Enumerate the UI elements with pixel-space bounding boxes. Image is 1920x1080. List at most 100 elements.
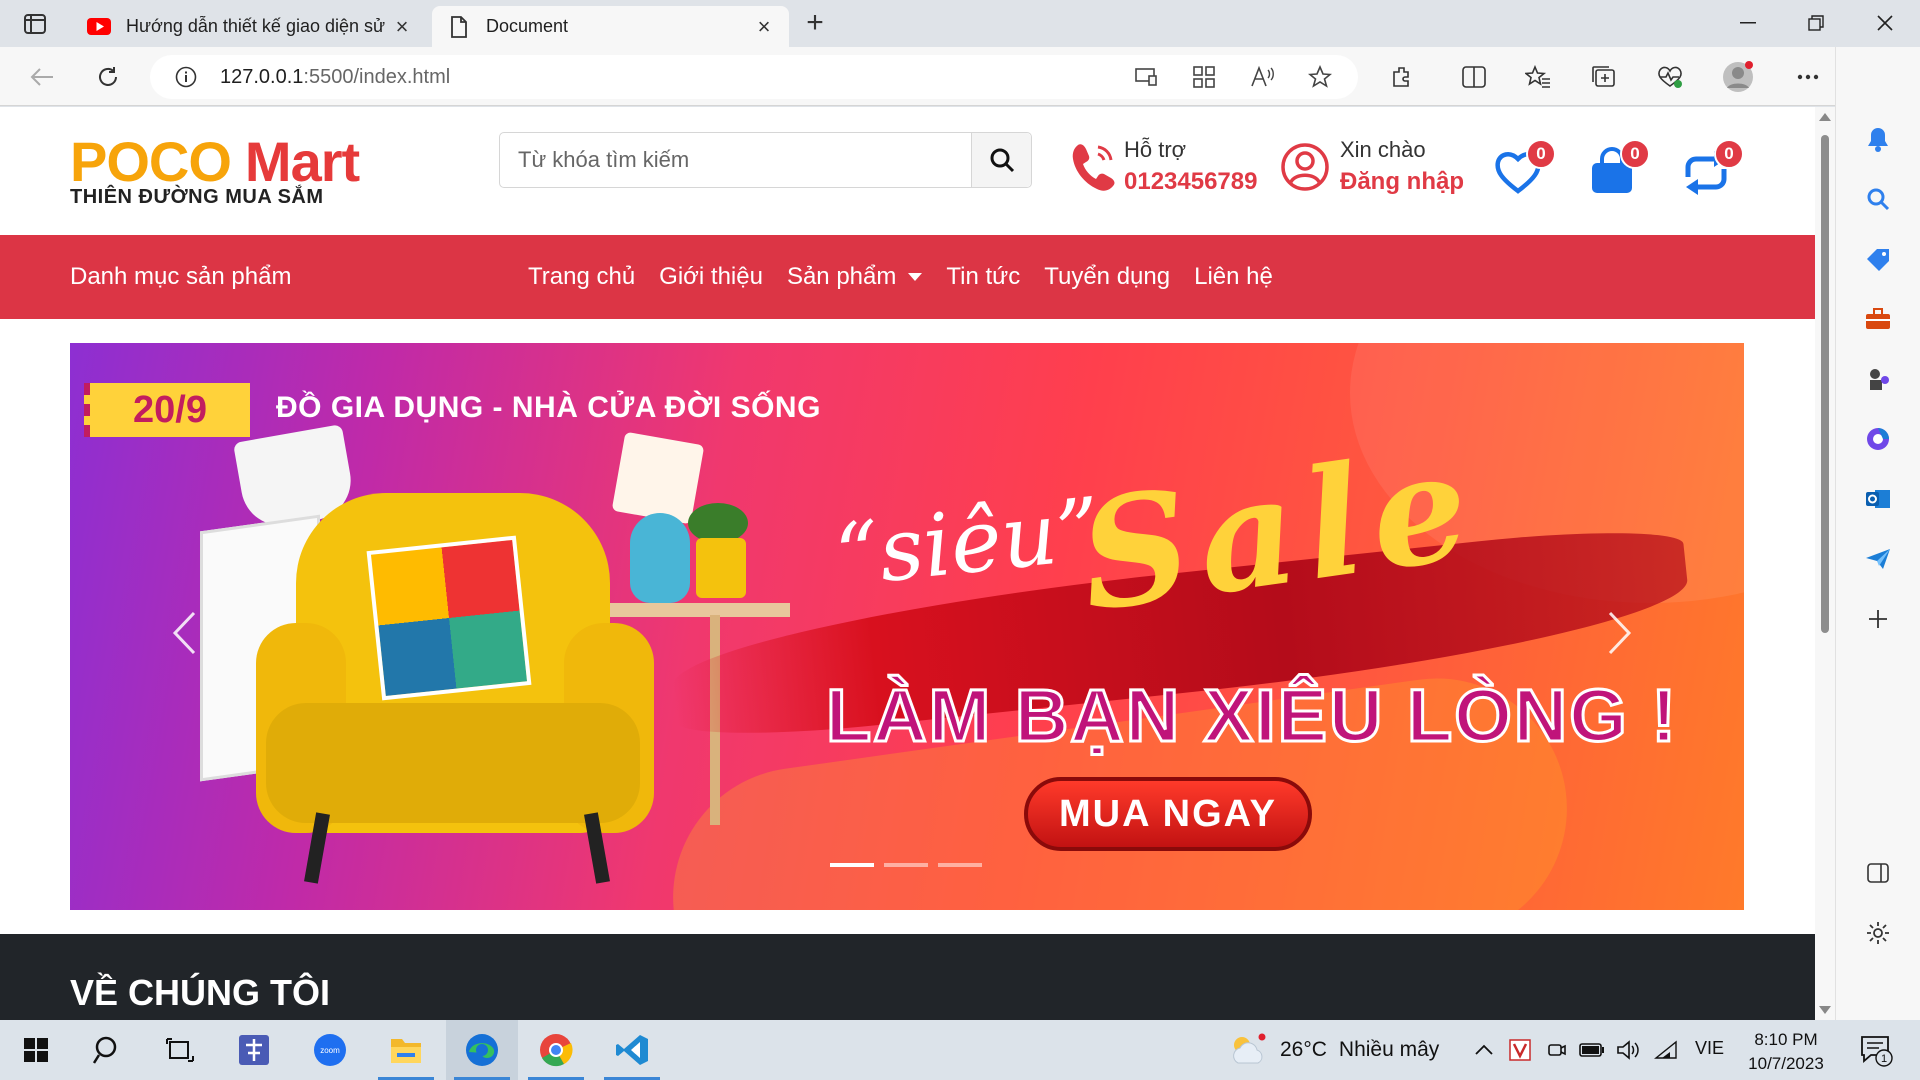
carousel-prev-icon[interactable] [154,603,214,663]
cart-count-badge: 0 [1620,139,1650,169]
compare-button[interactable]: 0 [1680,139,1744,203]
nav-careers[interactable]: Tuyển dụng [1044,263,1170,291]
weather-temp: 26°C [1280,1038,1327,1061]
tab-close-icon[interactable]: × [391,14,413,40]
collections-icon[interactable] [1586,59,1622,95]
tray-app-icon[interactable] [1506,1038,1534,1062]
banner-slogan: LÀM BẠN XIÊU LÒNG ! [825,673,1678,759]
new-tab-button[interactable]: + [798,8,832,40]
hero-carousel[interactable]: 20/9 ĐỒ GIA DỤNG - NHÀ CỬA ĐỜI SỐNG “siê… [70,343,1744,910]
bell-icon[interactable] [1860,121,1896,157]
search-sidebar-icon[interactable] [1860,181,1896,217]
tab-close-icon[interactable]: × [753,14,775,40]
task-view-icon[interactable] [144,1020,216,1080]
carousel-next-icon[interactable] [1590,603,1650,663]
settings-more-icon[interactable] [1790,59,1826,95]
buy-now-button[interactable]: MUA NGAY [1024,777,1312,851]
back-icon[interactable] [24,59,60,95]
notification-center-icon[interactable]: 1 [1858,1032,1894,1068]
file-explorer-icon[interactable] [370,1020,442,1080]
search-icon [990,148,1014,173]
weather-widget[interactable]: 26°C Nhiều mây [1228,1020,1439,1080]
refresh-icon[interactable] [90,59,126,95]
vscode-icon[interactable] [596,1020,668,1080]
nav-contact[interactable]: Liên hệ [1194,263,1273,291]
partly-cloudy-icon [1233,1033,1266,1064]
favorites-icon[interactable] [1520,59,1556,95]
scroll-down-icon[interactable] [1819,1006,1831,1014]
extensions-icon[interactable] [1384,59,1420,95]
wishlist-button[interactable]: 0 [1492,139,1556,203]
site-logo[interactable]: POCO Mart THIÊN ĐƯỜNG MUA SẮM [70,129,360,209]
app-icon[interactable] [218,1020,290,1080]
browser-toolbar: 127.0.0.1:5500/index.html [0,47,1920,106]
table-lamp-image [611,431,705,525]
site-header: POCOMart THIÊN ĐƯỜNG MUA SẮM Hỗ trợ 0123… [0,107,1815,235]
chevron-up-icon[interactable] [1470,1038,1498,1062]
url-text: 127.0.0.1:5500/index.html [220,65,451,88]
carousel-indicator[interactable] [830,863,874,867]
edge-taskbar-icon[interactable] [446,1020,518,1080]
sidebar-settings-icon[interactable] [1860,915,1896,951]
support-block[interactable]: Hỗ trợ 0123456789 [1068,135,1257,199]
hide-sidebar-icon[interactable] [1860,855,1896,891]
support-label: Hỗ trợ [1124,137,1187,162]
split-screen-icon[interactable] [1456,59,1492,95]
windows-start-icon[interactable] [0,1020,72,1080]
outlook-icon[interactable] [1860,481,1896,517]
battery-icon[interactable] [1578,1038,1606,1062]
scroll-up-icon[interactable] [1819,113,1831,121]
cast-icon[interactable] [1128,59,1164,95]
tab-bar: Hướng dẫn thiết kế giao diện sử × Docume… [0,0,1920,47]
read-aloud-icon[interactable] [1244,59,1280,95]
minimize-icon[interactable] [1718,6,1778,40]
windows-taskbar: zoom 26°C Nhiều mây VIE 8:10 PM 10/7/202… [0,1020,1920,1080]
send-icon[interactable] [1860,541,1896,577]
search-input[interactable] [500,133,971,187]
nav-products[interactable]: Sản phẩm [787,263,923,291]
chrome-icon[interactable] [520,1020,592,1080]
page-scrollbar[interactable] [1815,107,1835,1020]
profile-avatar-icon[interactable] [1720,59,1756,95]
wifi-icon[interactable] [1652,1038,1680,1062]
product-category-menu[interactable]: Danh mục sản phẩm [70,235,291,319]
performance-icon[interactable] [1652,59,1688,95]
compare-count-badge: 0 [1714,139,1744,169]
language-indicator[interactable]: VIE [1695,1038,1724,1059]
system-clock[interactable]: 8:10 PM 10/7/2023 [1745,1028,1827,1076]
site-info-icon[interactable] [164,66,208,88]
youtube-icon [86,16,112,38]
svg-text:1: 1 [1881,1053,1887,1065]
meet-now-icon[interactable] [1542,1038,1570,1062]
account-block[interactable]: Xin chào Đăng nhập [1280,135,1464,199]
carousel-indicator[interactable] [938,863,982,867]
support-phone[interactable]: 0123456789 [1124,165,1257,199]
favorite-star-icon[interactable] [1302,59,1338,95]
cart-button[interactable]: 0 [1586,139,1650,203]
tab-title: Hướng dẫn thiết kế giao diện sử [126,16,386,36]
restore-icon[interactable] [1786,6,1846,40]
games-icon[interactable] [1860,361,1896,397]
close-window-icon[interactable] [1855,6,1915,40]
zoom-icon[interactable]: zoom [294,1020,366,1080]
shopping-tag-icon[interactable] [1860,241,1896,277]
nav-home[interactable]: Trang chủ [528,263,635,291]
add-sidebar-icon[interactable] [1860,601,1896,637]
search-button[interactable] [971,133,1031,187]
address-bar[interactable]: 127.0.0.1:5500/index.html [150,55,1358,99]
tab-actions-icon[interactable] [18,10,52,38]
nav-about[interactable]: Giới thiệu [659,263,763,291]
tools-briefcase-icon[interactable] [1860,301,1896,337]
tab-document[interactable]: Document × [432,6,789,47]
tab-youtube[interactable]: Hướng dẫn thiết kế giao diện sử × [72,6,427,47]
nav-news[interactable]: Tin tức [946,263,1020,291]
scrollbar-thumb[interactable] [1821,135,1829,633]
microsoft365-icon[interactable] [1860,421,1896,457]
svg-text:zoom: zoom [320,1046,340,1055]
app-available-icon[interactable] [1186,59,1222,95]
carousel-indicator[interactable] [884,863,928,867]
tab-title: Document [486,16,569,36]
login-link[interactable]: Đăng nhập [1340,165,1464,199]
taskbar-search-icon[interactable] [72,1020,144,1080]
volume-icon[interactable] [1614,1038,1642,1062]
